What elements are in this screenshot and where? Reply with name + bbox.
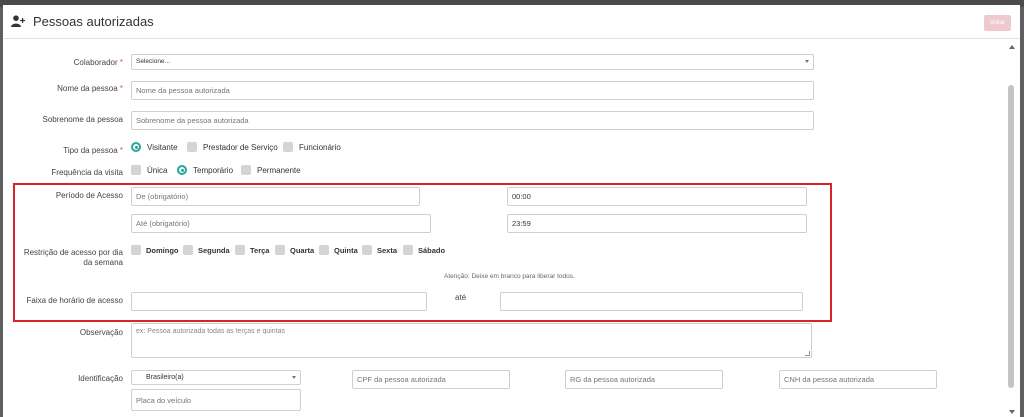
frequencia-option-label: Única: [147, 165, 168, 175]
tipo-label-text: Tipo da pessoa: [63, 146, 118, 155]
day-option-label: Sexta: [377, 245, 398, 255]
user-add-icon: [11, 15, 25, 27]
authorized-persons-modal: Pessoas autorizadas Voltar Colaborador *…: [3, 5, 1020, 417]
checkbox-icon: [362, 245, 372, 255]
periodo-start-date-input[interactable]: [131, 187, 420, 206]
day-option-quarta[interactable]: Quarta: [275, 245, 314, 255]
frequencia-option-temporario[interactable]: Temporário: [177, 165, 233, 175]
radio-checked-icon: [177, 165, 187, 175]
sobrenome-label: Sobrenome da pessoa: [42, 115, 124, 124]
radio-checked-icon: [131, 142, 141, 152]
nationality-select-value: Brasileiro(a): [146, 374, 184, 381]
nome-label: Nome da pessoa *: [57, 84, 123, 93]
tipo-label: Tipo da pessoa *: [63, 146, 123, 155]
checkbox-icon: [275, 245, 285, 255]
checkbox-icon: [235, 245, 245, 255]
periodo-end-time-input[interactable]: [507, 214, 807, 233]
required-mark: *: [119, 58, 123, 67]
sobrenome-input[interactable]: [131, 111, 814, 130]
nationality-select[interactable]: Brasileiro(a): [131, 370, 301, 385]
observacao-textarea[interactable]: ex: Pessoa autorizada todas as terças e …: [131, 323, 812, 358]
day-option-segunda[interactable]: Segunda: [183, 245, 230, 255]
required-mark: *: [119, 84, 123, 93]
day-option-sabado[interactable]: Sábado: [403, 245, 445, 255]
restricao-note: Atenção: Deixe em branco para liberar to…: [444, 273, 575, 280]
day-option-label: Sábado: [418, 245, 446, 255]
day-option-label: Segunda: [198, 245, 230, 255]
checkbox-icon: [319, 245, 329, 255]
day-option-terca[interactable]: Terça: [235, 245, 269, 255]
checkbox-icon: [183, 245, 193, 255]
checkbox-icon: [187, 142, 197, 152]
day-option-label: Domingo: [146, 245, 179, 255]
checkbox-icon: [283, 142, 293, 152]
scroll-up-arrow-icon[interactable]: [1009, 45, 1015, 49]
required-mark: *: [119, 146, 123, 155]
day-option-sexta[interactable]: Sexta: [362, 245, 397, 255]
tipo-option-label: Funcionário: [299, 142, 341, 152]
observacao-placeholder: ex: Pessoa autorizada todas as terças e …: [136, 328, 286, 335]
placa-input[interactable]: [131, 389, 301, 411]
periodo-end-date-input[interactable]: [131, 214, 431, 233]
chevron-down-icon: [805, 60, 809, 63]
frequencia-label: Frequência da visita: [51, 168, 123, 177]
scrollbar-thumb[interactable]: [1008, 85, 1014, 388]
checkbox-icon: [241, 165, 251, 175]
day-option-label: Terça: [250, 245, 270, 255]
day-option-quinta[interactable]: Quinta: [319, 245, 358, 255]
tipo-option-label: Visitante: [147, 142, 178, 152]
nome-input[interactable]: [131, 81, 814, 100]
tipo-option-label: Prestador de Serviço: [203, 142, 278, 152]
faixa-end-input[interactable]: [500, 292, 803, 311]
periodo-label: Período de Acesso: [55, 191, 123, 200]
colaborador-select[interactable]: Selecione...: [131, 54, 814, 70]
frequencia-option-unica[interactable]: Única: [131, 165, 167, 175]
rg-input[interactable]: [565, 370, 723, 389]
tipo-option-funcionario[interactable]: Funcionário: [283, 142, 341, 152]
cpf-input[interactable]: [352, 370, 510, 389]
nome-label-text: Nome da pessoa: [57, 84, 118, 93]
periodo-start-time-input[interactable]: [507, 187, 807, 206]
modal-scrollbar[interactable]: [1007, 45, 1016, 417]
scroll-down-arrow-icon[interactable]: [1009, 410, 1015, 414]
chevron-down-icon: [292, 376, 296, 379]
checkbox-icon: [403, 245, 413, 255]
checkbox-icon: [131, 245, 141, 255]
faixa-start-input[interactable]: [131, 292, 427, 311]
modal-header: Pessoas autorizadas Voltar: [3, 5, 1020, 39]
frequencia-option-label: Permanente: [257, 165, 301, 175]
faixa-ate-label: até: [455, 293, 467, 302]
colaborador-label-text: Colaborador: [73, 58, 118, 67]
day-option-domingo[interactable]: Domingo: [131, 245, 179, 255]
observacao-label: Observação: [79, 328, 123, 337]
tipo-option-visitante[interactable]: Visitante: [131, 142, 178, 152]
cnh-input[interactable]: [779, 370, 937, 389]
back-button[interactable]: Voltar: [984, 15, 1011, 31]
modal-title: Pessoas autorizadas: [33, 14, 154, 29]
day-option-label: Quinta: [334, 245, 358, 255]
colaborador-select-value: Selecione...: [136, 58, 170, 65]
colaborador-label: Colaborador *: [74, 58, 123, 67]
day-option-label: Quarta: [290, 245, 315, 255]
frequencia-option-label: Temporário: [193, 165, 234, 175]
resize-handle-icon[interactable]: [805, 351, 810, 356]
checkbox-icon: [131, 165, 141, 175]
tipo-option-prestador[interactable]: Prestador de Serviço: [187, 142, 278, 152]
identificacao-label: Identificação: [78, 374, 123, 383]
faixa-label: Faixa de horário de acesso: [26, 296, 124, 305]
frequencia-option-permanente[interactable]: Permanente: [241, 165, 301, 175]
restricao-label: Restrição de acesso por dia da semana: [23, 248, 123, 267]
